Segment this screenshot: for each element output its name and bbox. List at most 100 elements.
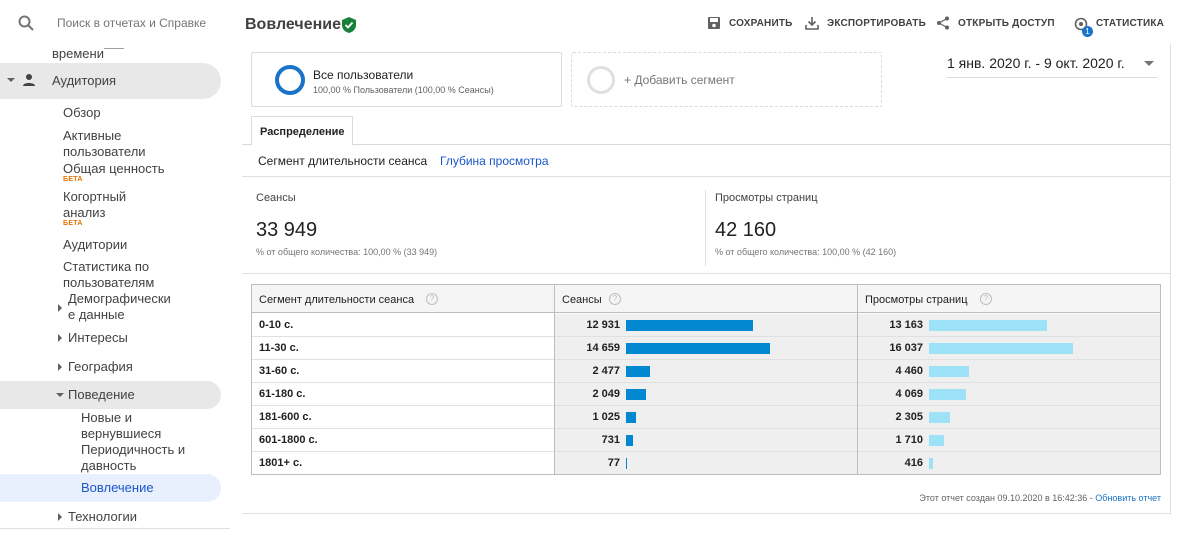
tab-bar: Распределение (242, 116, 1171, 146)
pageviews-value: 4 069 (895, 388, 923, 400)
sidebar-item-audiences[interactable]: Аудитории (63, 237, 127, 253)
column-header-segment[interactable]: Сегмент длительности сеанса ? (252, 285, 555, 313)
row-label[interactable]: 0-10 с. (259, 319, 293, 331)
tab-label: Распределение (260, 126, 345, 138)
sessions-value: 14 659 (586, 342, 620, 354)
column-header-label: Сегмент длительности сеанса (259, 294, 415, 306)
table-row[interactable]: 601-1800 с. 731 1 710 (252, 429, 1160, 452)
person-icon (23, 74, 35, 86)
add-segment-button[interactable]: + Добавить сегмент (571, 52, 882, 107)
search-bar[interactable]: Поиск в отчетах и Справке (0, 0, 230, 46)
sessions-bar (626, 366, 650, 377)
sidebar-item-frequency[interactable]: Периодичность и давность (81, 442, 185, 474)
save-icon (708, 17, 720, 29)
sidebar-item-cut[interactable]: времени (52, 46, 104, 62)
pageviews-bar (929, 412, 950, 423)
help-icon[interactable]: ? (609, 293, 621, 305)
segment-title: Все пользователи (313, 68, 414, 82)
column-header-sessions[interactable]: Сеансы ? (555, 285, 858, 313)
sidebar-item-interests[interactable]: Интересы (68, 330, 128, 346)
expand-caret-icon[interactable] (58, 513, 62, 521)
report-created-text: Этот отчет создан 09.10.2020 в 16:42:36 … (919, 493, 1096, 503)
date-range-picker[interactable]: 1 янв. 2020 г. - 9 окт. 2020 г. (947, 54, 1157, 78)
pageviews-bar (929, 389, 966, 400)
divider (0, 528, 230, 529)
sidebar-item-demographics[interactable]: Демографически е данные (68, 291, 171, 323)
refresh-report-link[interactable]: Обновить отчет (1095, 493, 1161, 503)
scorecard-subtext: % от общего количества: 100,00 % (42 160… (715, 247, 897, 257)
sidebar-item-new-vs-returning[interactable]: Новые и вернувшиеся (81, 410, 161, 442)
search-input[interactable]: Поиск в отчетах и Справке (57, 16, 207, 30)
sidebar-item-user-explorer[interactable]: Статистика по пользователям (63, 259, 154, 291)
sidebar-item-engagement[interactable]: Вовлечение (81, 480, 154, 496)
label-line: Демографически (68, 291, 171, 306)
table-row[interactable]: 11-30 с. 14 659 16 037 (252, 337, 1160, 360)
segment-all-users[interactable]: Все пользователи 100,00 % Пользователи (… (251, 52, 562, 107)
insights-count-badge: 1 (1082, 26, 1093, 37)
help-icon[interactable]: ? (980, 293, 992, 305)
data-table: Сегмент длительности сеанса ? Сеансы ? П… (251, 284, 1161, 475)
scorecard-value: 33 949 (256, 219, 318, 241)
save-button[interactable]: СОХРАНИТЬ (729, 18, 793, 29)
sessions-value: 2 049 (592, 388, 620, 400)
collapse-caret-icon[interactable] (7, 78, 15, 82)
verified-shield-icon (342, 17, 356, 33)
pageviews-bar (929, 366, 969, 377)
row-label[interactable]: 181-600 с. (259, 411, 312, 423)
subtab-session-duration[interactable]: Сегмент длительности сеанса (258, 154, 427, 168)
sidebar-item-cohort[interactable]: Когортный анализ (63, 189, 126, 221)
sessions-value: 2 477 (592, 365, 620, 377)
expand-caret-icon[interactable] (58, 334, 62, 342)
sidebar-item-ltv[interactable]: Общая ценность (63, 161, 164, 177)
sessions-bar (626, 412, 636, 423)
sessions-bar (626, 458, 627, 469)
divider (242, 273, 1171, 274)
table-row[interactable]: 181-600 с. 1 025 2 305 (252, 406, 1160, 429)
share-button[interactable]: ОТКРЫТЬ ДОСТУП (958, 18, 1055, 29)
beta-badge: БЕТА (63, 176, 83, 183)
sessions-bar (626, 389, 646, 400)
table-row[interactable]: 0-10 с. 12 931 13 163 (252, 314, 1160, 337)
label-line: е данные (68, 307, 125, 322)
expand-caret-icon[interactable] (58, 363, 62, 371)
label-line: Когортный (63, 189, 127, 204)
pageviews-value: 4 460 (895, 365, 923, 377)
expand-caret-icon[interactable] (58, 304, 62, 312)
row-label[interactable]: 61-180 с. (259, 388, 305, 400)
sidebar-item-active-users[interactable]: Активные пользователи (63, 128, 146, 160)
sidebar-item-overview[interactable]: Обзор (63, 105, 101, 121)
table-row[interactable]: 1801+ с. 77 416 (252, 452, 1160, 475)
collapse-caret-icon[interactable] (56, 393, 64, 397)
column-divider (857, 285, 858, 474)
help-icon[interactable]: ? (426, 293, 438, 305)
pageviews-bar (929, 343, 1073, 354)
column-header-label: Просмотры страниц (865, 294, 968, 306)
export-icon (805, 17, 819, 30)
tab-distribution[interactable]: Распределение (251, 116, 353, 146)
label-line: анализ (63, 205, 106, 220)
label-line: пользователям (63, 275, 155, 290)
date-range-text: 1 янв. 2020 г. - 9 окт. 2020 г. (947, 55, 1125, 71)
export-button[interactable]: ЭКСПОРТИРОВАТЬ (827, 18, 926, 29)
divider (104, 48, 124, 49)
sidebar-item-geo[interactable]: География (68, 359, 133, 375)
row-label[interactable]: 31-60 с. (259, 365, 299, 377)
column-divider (554, 285, 555, 474)
table-row[interactable]: 31-60 с. 2 477 4 460 (252, 360, 1160, 383)
row-label[interactable]: 1801+ с. (259, 457, 302, 469)
row-label[interactable]: 601-1800 с. (259, 434, 318, 446)
table-row[interactable]: 61-180 с. 2 049 4 069 (252, 383, 1160, 406)
insights-button[interactable]: СТАТИСТИКА (1096, 18, 1164, 29)
sidebar: Поиск в отчетах и Справке времени Аудито… (0, 0, 230, 536)
sidebar-item-audience[interactable]: Аудитория (52, 73, 116, 89)
row-label[interactable]: 11-30 с. (259, 342, 299, 354)
sessions-value: 1 025 (592, 411, 620, 423)
report-footer: Этот отчет создан 09.10.2020 в 16:42:36 … (919, 493, 1161, 503)
subtab-page-depth[interactable]: Глубина просмотра (440, 154, 549, 168)
sessions-value: 731 (601, 434, 620, 446)
scorecard-label: Просмотры страниц (715, 192, 818, 204)
sidebar-item-behavior[interactable]: Поведение (68, 387, 135, 403)
sidebar-item-technology[interactable]: Технологии (68, 509, 137, 525)
segment-subtitle: 100,00 % Пользователи (100,00 % Сеансы) (313, 85, 494, 95)
column-header-pageviews[interactable]: Просмотры страниц ? (858, 285, 1160, 313)
